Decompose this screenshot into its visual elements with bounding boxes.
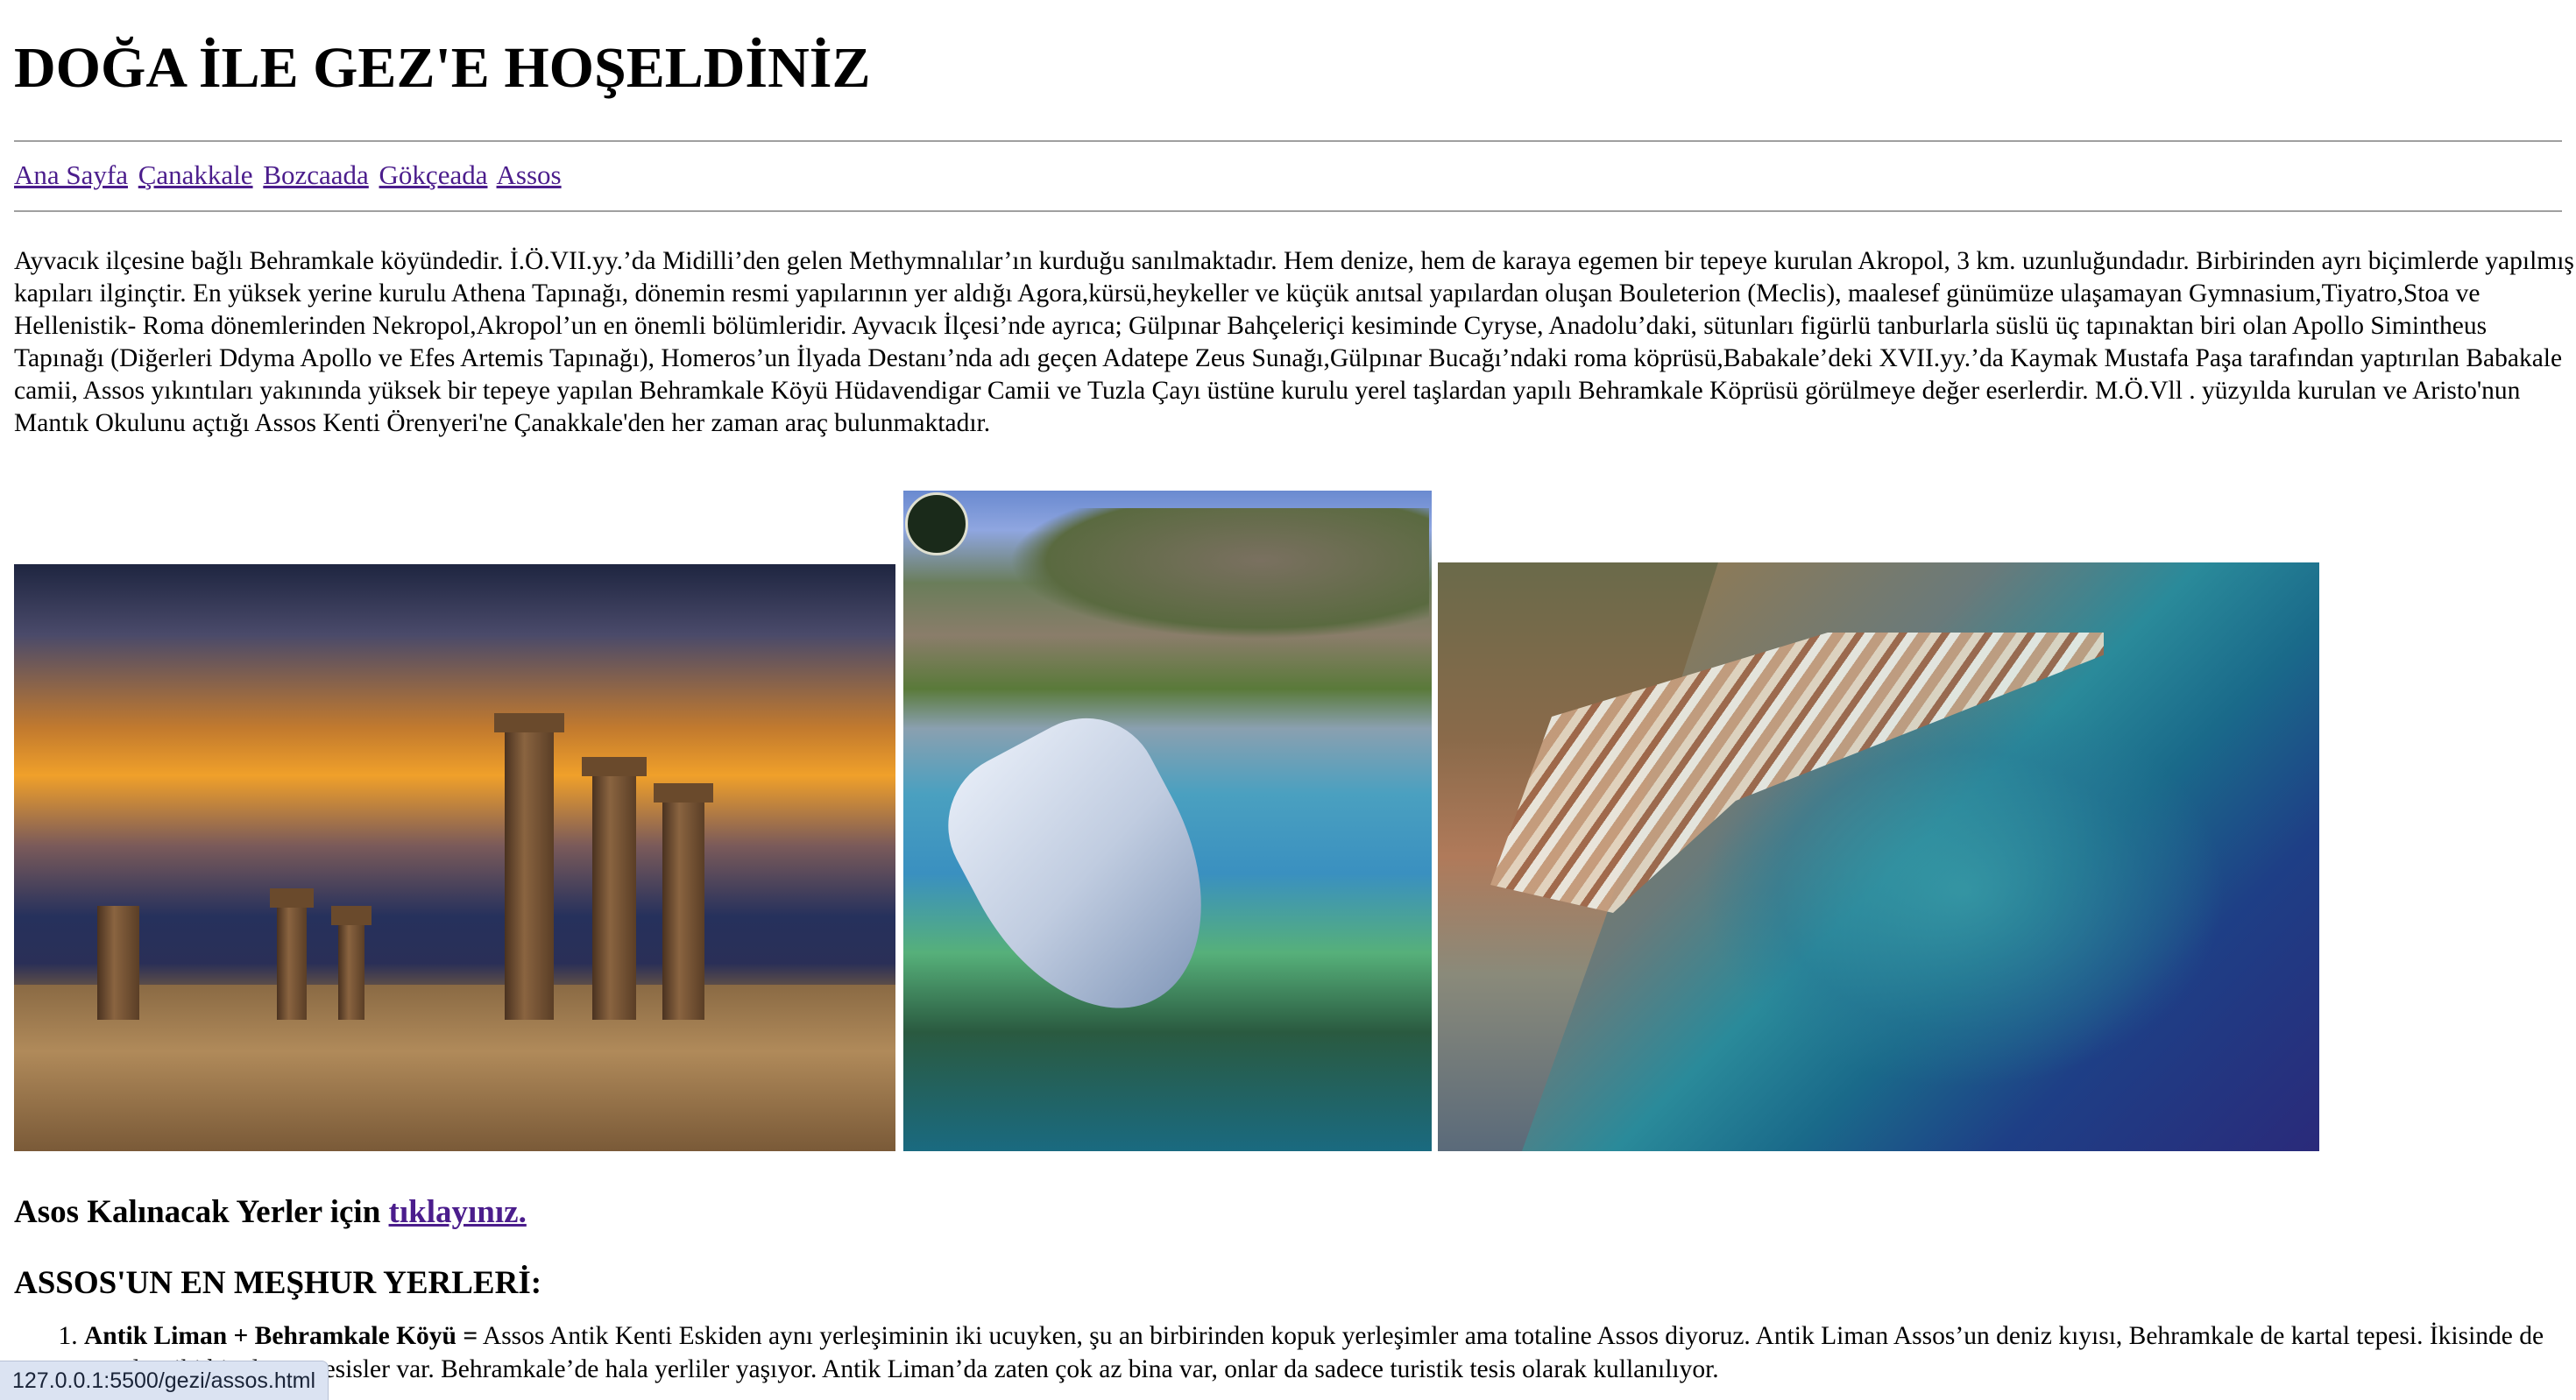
- accommodation-text: Asos Kalınacak Yerler için: [14, 1194, 389, 1230]
- photo-aerial-coast: [1438, 562, 2319, 1151]
- accommodation-link[interactable]: tıklayınız.: [389, 1194, 527, 1230]
- nav-link-assos[interactable]: Assos: [497, 159, 562, 190]
- page-title: DOĞA İLE GEZ'E HOŞELDİNİZ: [14, 36, 871, 100]
- famous-places-list: Antik Liman + Behramkale Köyü = Assos An…: [14, 1319, 2564, 1386]
- nav-link-bozcaada[interactable]: Bozcaada: [263, 159, 368, 190]
- watermark-logo-icon: [905, 492, 968, 555]
- nav-link-ana-sayfa[interactable]: Ana Sayfa: [14, 159, 128, 190]
- photo-athena-temple: [14, 564, 895, 1151]
- intro-paragraph: Ayvacık ilçesine bağlı Behramkale köyünd…: [14, 247, 2574, 437]
- divider: [14, 140, 2562, 142]
- status-url-bar: 127.0.0.1:5500/gezi/assos.html: [0, 1361, 329, 1400]
- page-content: DOĞA İLE GEZ'E HOŞELDİNİZ Ana Sayfa Çana…: [0, 0, 2576, 440]
- photo-assos-harbour: [903, 491, 1432, 1151]
- nav-link-canakkale[interactable]: Çanakkale: [138, 159, 253, 190]
- nav-link-gokceada[interactable]: Gökçeada: [379, 159, 488, 190]
- divider: [14, 210, 2562, 212]
- list-item-title: Antik Liman + Behramkale Köyü =: [84, 1322, 478, 1350]
- main-nav: Ana Sayfa Çanakkale Bozcaada Gökçeada As…: [14, 158, 2562, 193]
- accommodation-line: Asos Kalınacak Yerler için tıklayınız.: [14, 1193, 527, 1232]
- famous-places-heading: ASSOS'UN EN MEŞHUR YERLERİ:: [14, 1265, 542, 1301]
- list-item: Antik Liman + Behramkale Köyü = Assos An…: [84, 1319, 2564, 1386]
